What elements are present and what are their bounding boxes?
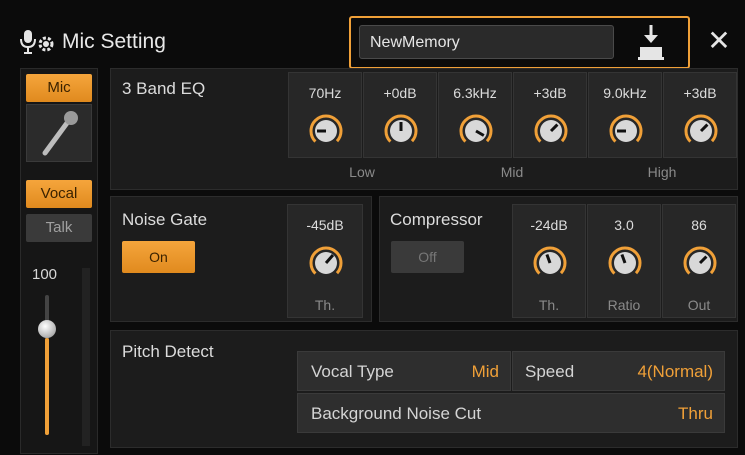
speed-value: 4(Normal) [637, 362, 713, 381]
tab-mic[interactable]: Mic [26, 74, 92, 102]
compressor-threshold-label: Th. [538, 297, 560, 313]
compressor-ratio-knob[interactable] [607, 245, 643, 281]
vocal-type-value: Mid [471, 362, 499, 381]
mic-gear-icon [20, 29, 56, 55]
eq-low-gain-cell[interactable]: +0dB [363, 72, 437, 158]
microphone-icon [26, 104, 92, 162]
memory-name-field[interactable]: NewMemory [359, 25, 614, 59]
vocal-type-row[interactable]: Vocal Type Mid [297, 351, 511, 391]
vocal-type-label: Vocal Type [311, 362, 394, 381]
eq-low-freq-value: 70Hz [308, 85, 342, 101]
noise-gate-on-button[interactable]: On [122, 241, 195, 273]
volume-slider-fill [45, 338, 49, 435]
eq-mid-freq-knob[interactable] [458, 113, 494, 149]
volume-value: 100 [32, 266, 58, 283]
noise-gate-threshold-label: Th. [314, 297, 336, 313]
noise-gate-title: Noise Gate [122, 210, 208, 229]
eq-mid-freq-value: 6.3kHz [453, 85, 497, 101]
compressor-out-label: Out [687, 297, 711, 313]
eq-high-gain-knob[interactable] [683, 113, 719, 149]
eq-high-freq-cell[interactable]: 9.0kHz [588, 72, 662, 158]
save-button[interactable] [618, 21, 684, 63]
speed-row[interactable]: Speed 4(Normal) [512, 351, 725, 391]
compressor-out-knob[interactable] [682, 245, 718, 281]
compressor-threshold-value: -24dB [530, 217, 568, 233]
page-title: Mic Setting [62, 30, 166, 53]
eq-low-gain-value: +0dB [383, 85, 417, 101]
volume-slider-handle[interactable] [38, 320, 56, 338]
tab-vocal[interactable]: Vocal [26, 180, 92, 208]
pitch-detect-title: Pitch Detect [122, 342, 214, 361]
eq-high-freq-value: 9.0kHz [603, 85, 647, 101]
noise-gate-threshold-cell[interactable]: -45dB Th. [287, 204, 363, 318]
volume-meter [82, 268, 90, 446]
eq-band-mid-label: Mid [500, 164, 524, 180]
noise-gate-knob[interactable] [308, 245, 344, 281]
eq-low-freq-knob[interactable] [308, 113, 344, 149]
compressor-ratio-value: 3.0 [614, 217, 634, 233]
eq-high-gain-value: +3dB [683, 85, 717, 101]
speed-label: Speed [525, 362, 575, 381]
eq-high-gain-cell[interactable]: +3dB [663, 72, 737, 158]
eq-low-freq-cell[interactable]: 70Hz [288, 72, 362, 158]
save-icon [638, 25, 664, 60]
eq-low-gain-knob[interactable] [383, 113, 419, 149]
compressor-title: Compressor [390, 210, 483, 229]
compressor-threshold-knob[interactable] [532, 245, 568, 281]
noise-cut-label: Background Noise Cut [311, 404, 482, 423]
eq-mid-gain-value: +3dB [533, 85, 567, 101]
close-button[interactable]: ✕ [704, 26, 734, 56]
compressor-ratio-label: Ratio [607, 297, 641, 313]
noise-gate-threshold-value: -45dB [306, 217, 344, 233]
noise-cut-row[interactable]: Background Noise Cut Thru [297, 393, 725, 433]
eq-title: 3 Band EQ [122, 79, 206, 98]
close-icon: ✕ [707, 25, 731, 56]
compressor-out-value: 86 [691, 217, 707, 233]
noise-cut-value: Thru [678, 404, 713, 423]
tab-talk[interactable]: Talk [26, 214, 92, 242]
eq-band-low-label: Low [349, 164, 375, 180]
eq-mid-freq-cell[interactable]: 6.3kHz [438, 72, 512, 158]
compressor-ratio-cell[interactable]: 3.0 Ratio [587, 204, 661, 318]
eq-mid-gain-knob[interactable] [533, 113, 569, 149]
eq-mid-gain-cell[interactable]: +3dB [513, 72, 587, 158]
compressor-off-button[interactable]: Off [391, 241, 464, 273]
eq-band-high-label: High [647, 164, 677, 180]
compressor-threshold-cell[interactable]: -24dB Th. [512, 204, 586, 318]
eq-high-freq-knob[interactable] [608, 113, 644, 149]
compressor-out-cell[interactable]: 86 Out [662, 204, 736, 318]
